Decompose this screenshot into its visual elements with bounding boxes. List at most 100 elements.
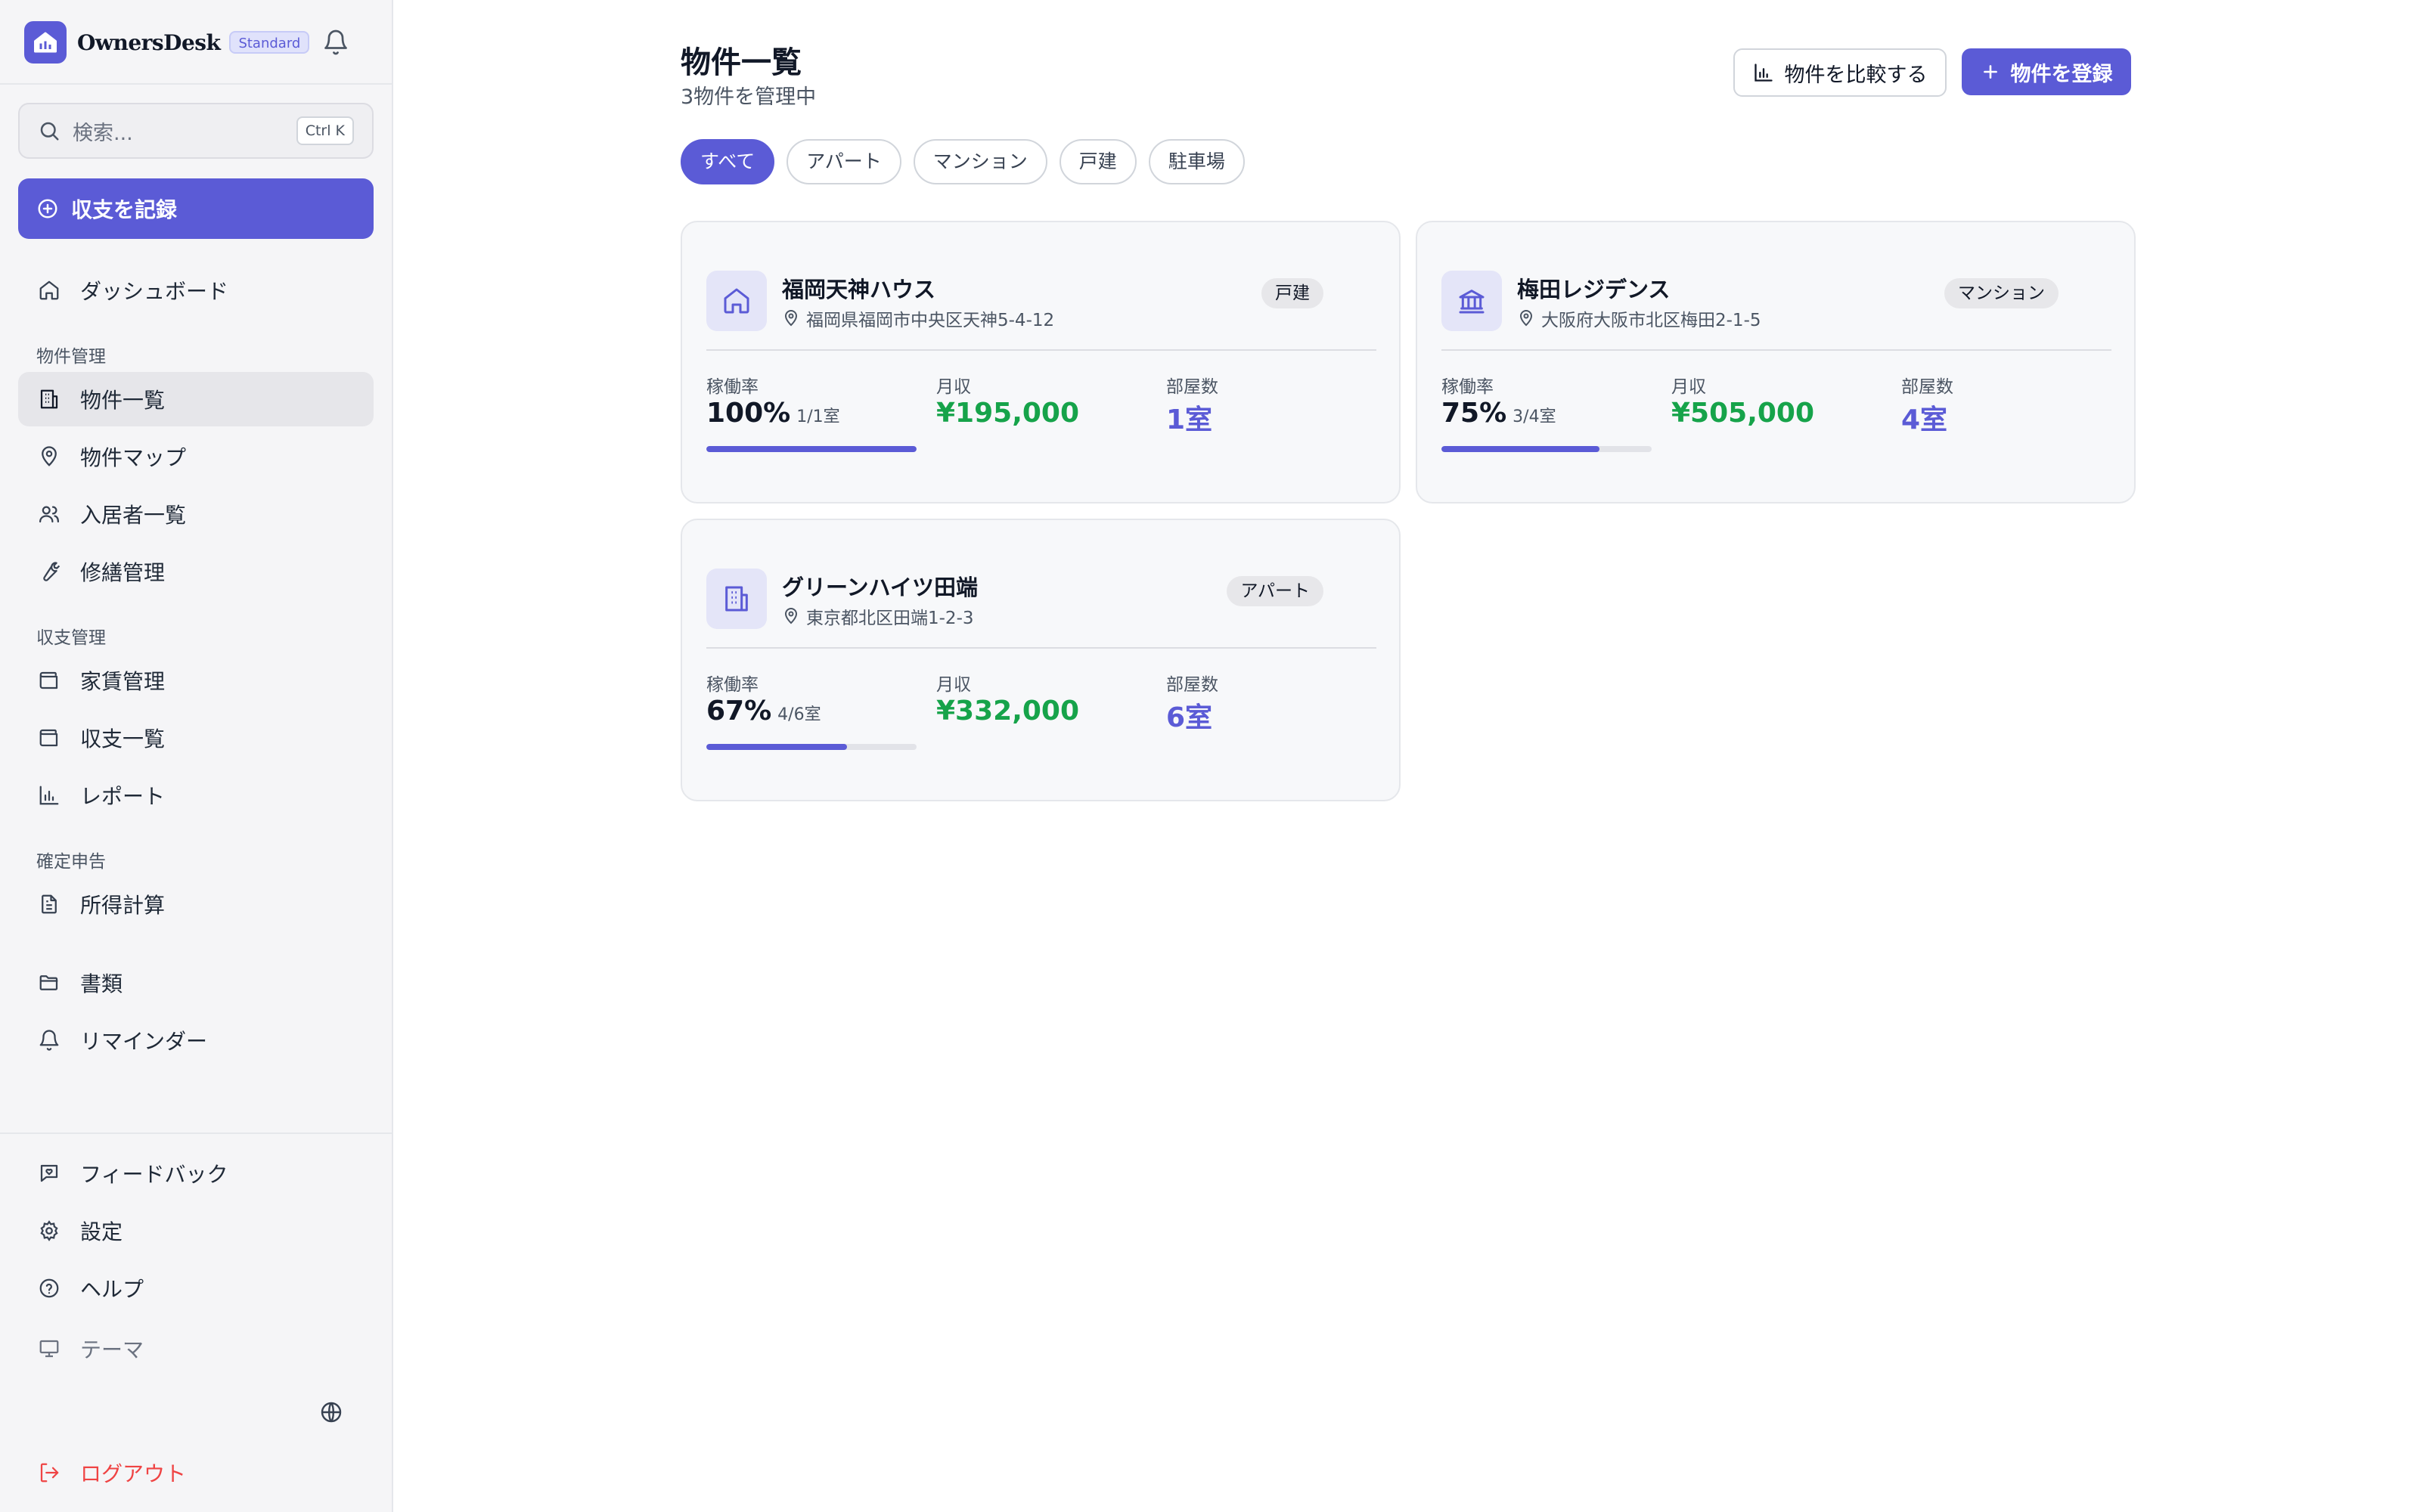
property-card[interactable]: 梅田レジデンス 大阪府大阪市北区梅田2-1-5 マンション 稼働率 月収 部屋数… <box>1416 221 2136 503</box>
sidebar-item-label: 収支一覧 <box>80 727 166 751</box>
address-text: 東京都北区田端1-2-3 <box>806 609 974 628</box>
property-address: 福岡県福岡市中央区天神5-4-12 <box>782 305 1054 331</box>
divider <box>706 647 1376 649</box>
property-address: 東京都北区田端1-2-3 <box>782 603 974 629</box>
divider <box>706 349 1376 351</box>
logout-button[interactable]: ログアウト <box>18 1445 374 1500</box>
brand[interactable]: OwnersDesk Standard <box>24 21 310 64</box>
users-icon <box>39 506 59 523</box>
occupancy-value: 100% 1/1室 <box>706 398 840 429</box>
wallet-icon <box>39 671 58 689</box>
type-badge: アパート <box>1227 576 1323 606</box>
rooms-value: 4室 <box>1901 404 1948 435</box>
sidebar-item-ledger[interactable]: 収支一覧 <box>18 711 374 765</box>
sidebar-item-label: 設定 <box>80 1219 123 1244</box>
sidebar-item-label: フィードバック <box>80 1162 228 1187</box>
income-label: 月収 <box>1671 377 1706 397</box>
occupancy-percent: 67% <box>706 696 772 727</box>
map-pin-icon <box>784 608 798 624</box>
bell-icon <box>324 29 347 55</box>
divider <box>1441 349 2111 351</box>
sidebar-item-label: リマインダー <box>80 1029 208 1054</box>
divider <box>0 83 393 85</box>
sidebar-item-tenants[interactable]: 入居者一覧 <box>18 487 374 541</box>
page-title: 物件一覧 <box>681 45 802 80</box>
sidebar-item-label: 物件マップ <box>80 445 187 470</box>
occupancy-percent: 75% <box>1441 398 1507 429</box>
sidebar-item-reminders[interactable]: リマインダー <box>18 1013 374 1067</box>
property-name: 梅田レジデンス <box>1517 277 1671 302</box>
property-address: 大阪府大阪市北区梅田2-1-5 <box>1517 305 1761 331</box>
property-card[interactable]: 福岡天神ハウス 福岡県福岡市中央区天神5-4-12 戸建 稼働率 月収 部屋数 … <box>681 221 1401 503</box>
compare-properties-button[interactable]: 物件を比較する <box>1733 48 1947 97</box>
property-name: 福岡天神ハウス <box>782 277 936 302</box>
occupancy-detail: 3/4室 <box>1512 407 1556 426</box>
occupancy-bar-fill <box>706 744 848 750</box>
rooms-value: 1室 <box>1166 404 1213 435</box>
divider <box>0 1132 393 1134</box>
filter-chip-apartment[interactable]: アパート <box>786 139 901 184</box>
monitor-icon <box>39 1340 59 1358</box>
logo-icon <box>24 21 67 64</box>
search-icon <box>40 122 59 141</box>
sidebar-item-label: 入居者一覧 <box>80 503 187 528</box>
file-text-icon <box>42 894 57 914</box>
sidebar-item-label: テーマ <box>80 1337 144 1362</box>
sidebar-item-documents[interactable]: 書類 <box>18 956 374 1010</box>
home-icon <box>39 280 59 300</box>
help-circle-icon <box>39 1278 59 1298</box>
sidebar-item-dashboard[interactable]: ダッシュボード <box>18 263 374 318</box>
sidebar-item-feedback[interactable]: フィードバック <box>18 1146 374 1201</box>
income-label: 月収 <box>936 675 971 695</box>
filter-chip-parking[interactable]: 駐車場 <box>1148 139 1245 184</box>
sidebar-item-label: ダッシュボード <box>80 279 229 304</box>
occupancy-bar <box>706 446 917 452</box>
sidebar-item-map[interactable]: 物件マップ <box>18 429 374 484</box>
filter-chips: すべて アパート マンション 戸建 駐車場 <box>681 139 1257 184</box>
sidebar-item-label: ログアウト <box>80 1461 187 1486</box>
filter-chip-mansion[interactable]: マンション <box>913 139 1047 184</box>
plus-icon <box>1983 65 1997 79</box>
income-value: ¥195,000 <box>936 398 1080 429</box>
occupancy-percent: 100% <box>706 398 791 429</box>
plan-badge: Standard <box>229 31 310 54</box>
bell-icon <box>39 1030 59 1051</box>
folder-icon <box>39 975 58 990</box>
bar-chart-icon <box>1754 64 1773 82</box>
sidebar-item-income-calc[interactable]: 所得計算 <box>18 877 374 931</box>
sidebar-item-help[interactable]: ヘルプ <box>18 1261 374 1315</box>
rooms-label: 部屋数 <box>1166 377 1218 397</box>
globe-icon <box>321 1402 342 1423</box>
filter-chip-house[interactable]: 戸建 <box>1059 139 1137 184</box>
occupancy-bar <box>706 744 917 750</box>
filter-chip-all[interactable]: すべて <box>681 139 775 184</box>
sidebar-item-reports[interactable]: レポート <box>18 768 374 823</box>
language-button[interactable] <box>316 1397 346 1427</box>
logout-icon <box>40 1463 59 1483</box>
occupancy-label: 稼働率 <box>1441 377 1494 397</box>
section-label-property: 物件管理 <box>36 347 106 367</box>
map-pin-icon <box>42 446 57 466</box>
occupancy-value: 67% 4/6室 <box>706 696 821 727</box>
sidebar-item-properties[interactable]: 物件一覧 <box>18 372 374 426</box>
rooms-label: 部屋数 <box>1166 675 1218 695</box>
property-card[interactable]: グリーンハイツ田端 東京都北区田端1-2-3 アパート 稼働率 月収 部屋数 6… <box>681 519 1401 801</box>
sidebar-item-label: ヘルプ <box>80 1277 144 1302</box>
type-badge: 戸建 <box>1261 278 1323 308</box>
address-text: 大阪府大阪市北区梅田2-1-5 <box>1541 311 1761 330</box>
sidebar-item-theme[interactable]: テーマ <box>18 1321 374 1376</box>
notifications-button[interactable] <box>321 27 351 57</box>
compare-button-label: 物件を比較する <box>1784 63 1928 87</box>
brand-name: OwnersDesk <box>77 29 221 55</box>
sidebar-item-label: 家賃管理 <box>80 669 166 694</box>
sidebar-item-settings[interactable]: 設定 <box>18 1204 374 1258</box>
sidebar-item-repairs[interactable]: 修繕管理 <box>18 544 374 599</box>
search-shortcut: Ctrl K <box>296 116 354 145</box>
sidebar-item-rent[interactable]: 家賃管理 <box>18 653 374 708</box>
record-transaction-button[interactable]: 収支を記録 <box>18 178 374 239</box>
search-input[interactable]: 検索... Ctrl K <box>18 103 374 159</box>
sidebar-item-label: レポート <box>80 784 166 809</box>
occupancy-detail: 1/1室 <box>796 407 840 426</box>
sidebar-item-label: 物件一覧 <box>80 388 166 413</box>
add-property-button[interactable]: 物件を登録 <box>1962 48 2131 95</box>
